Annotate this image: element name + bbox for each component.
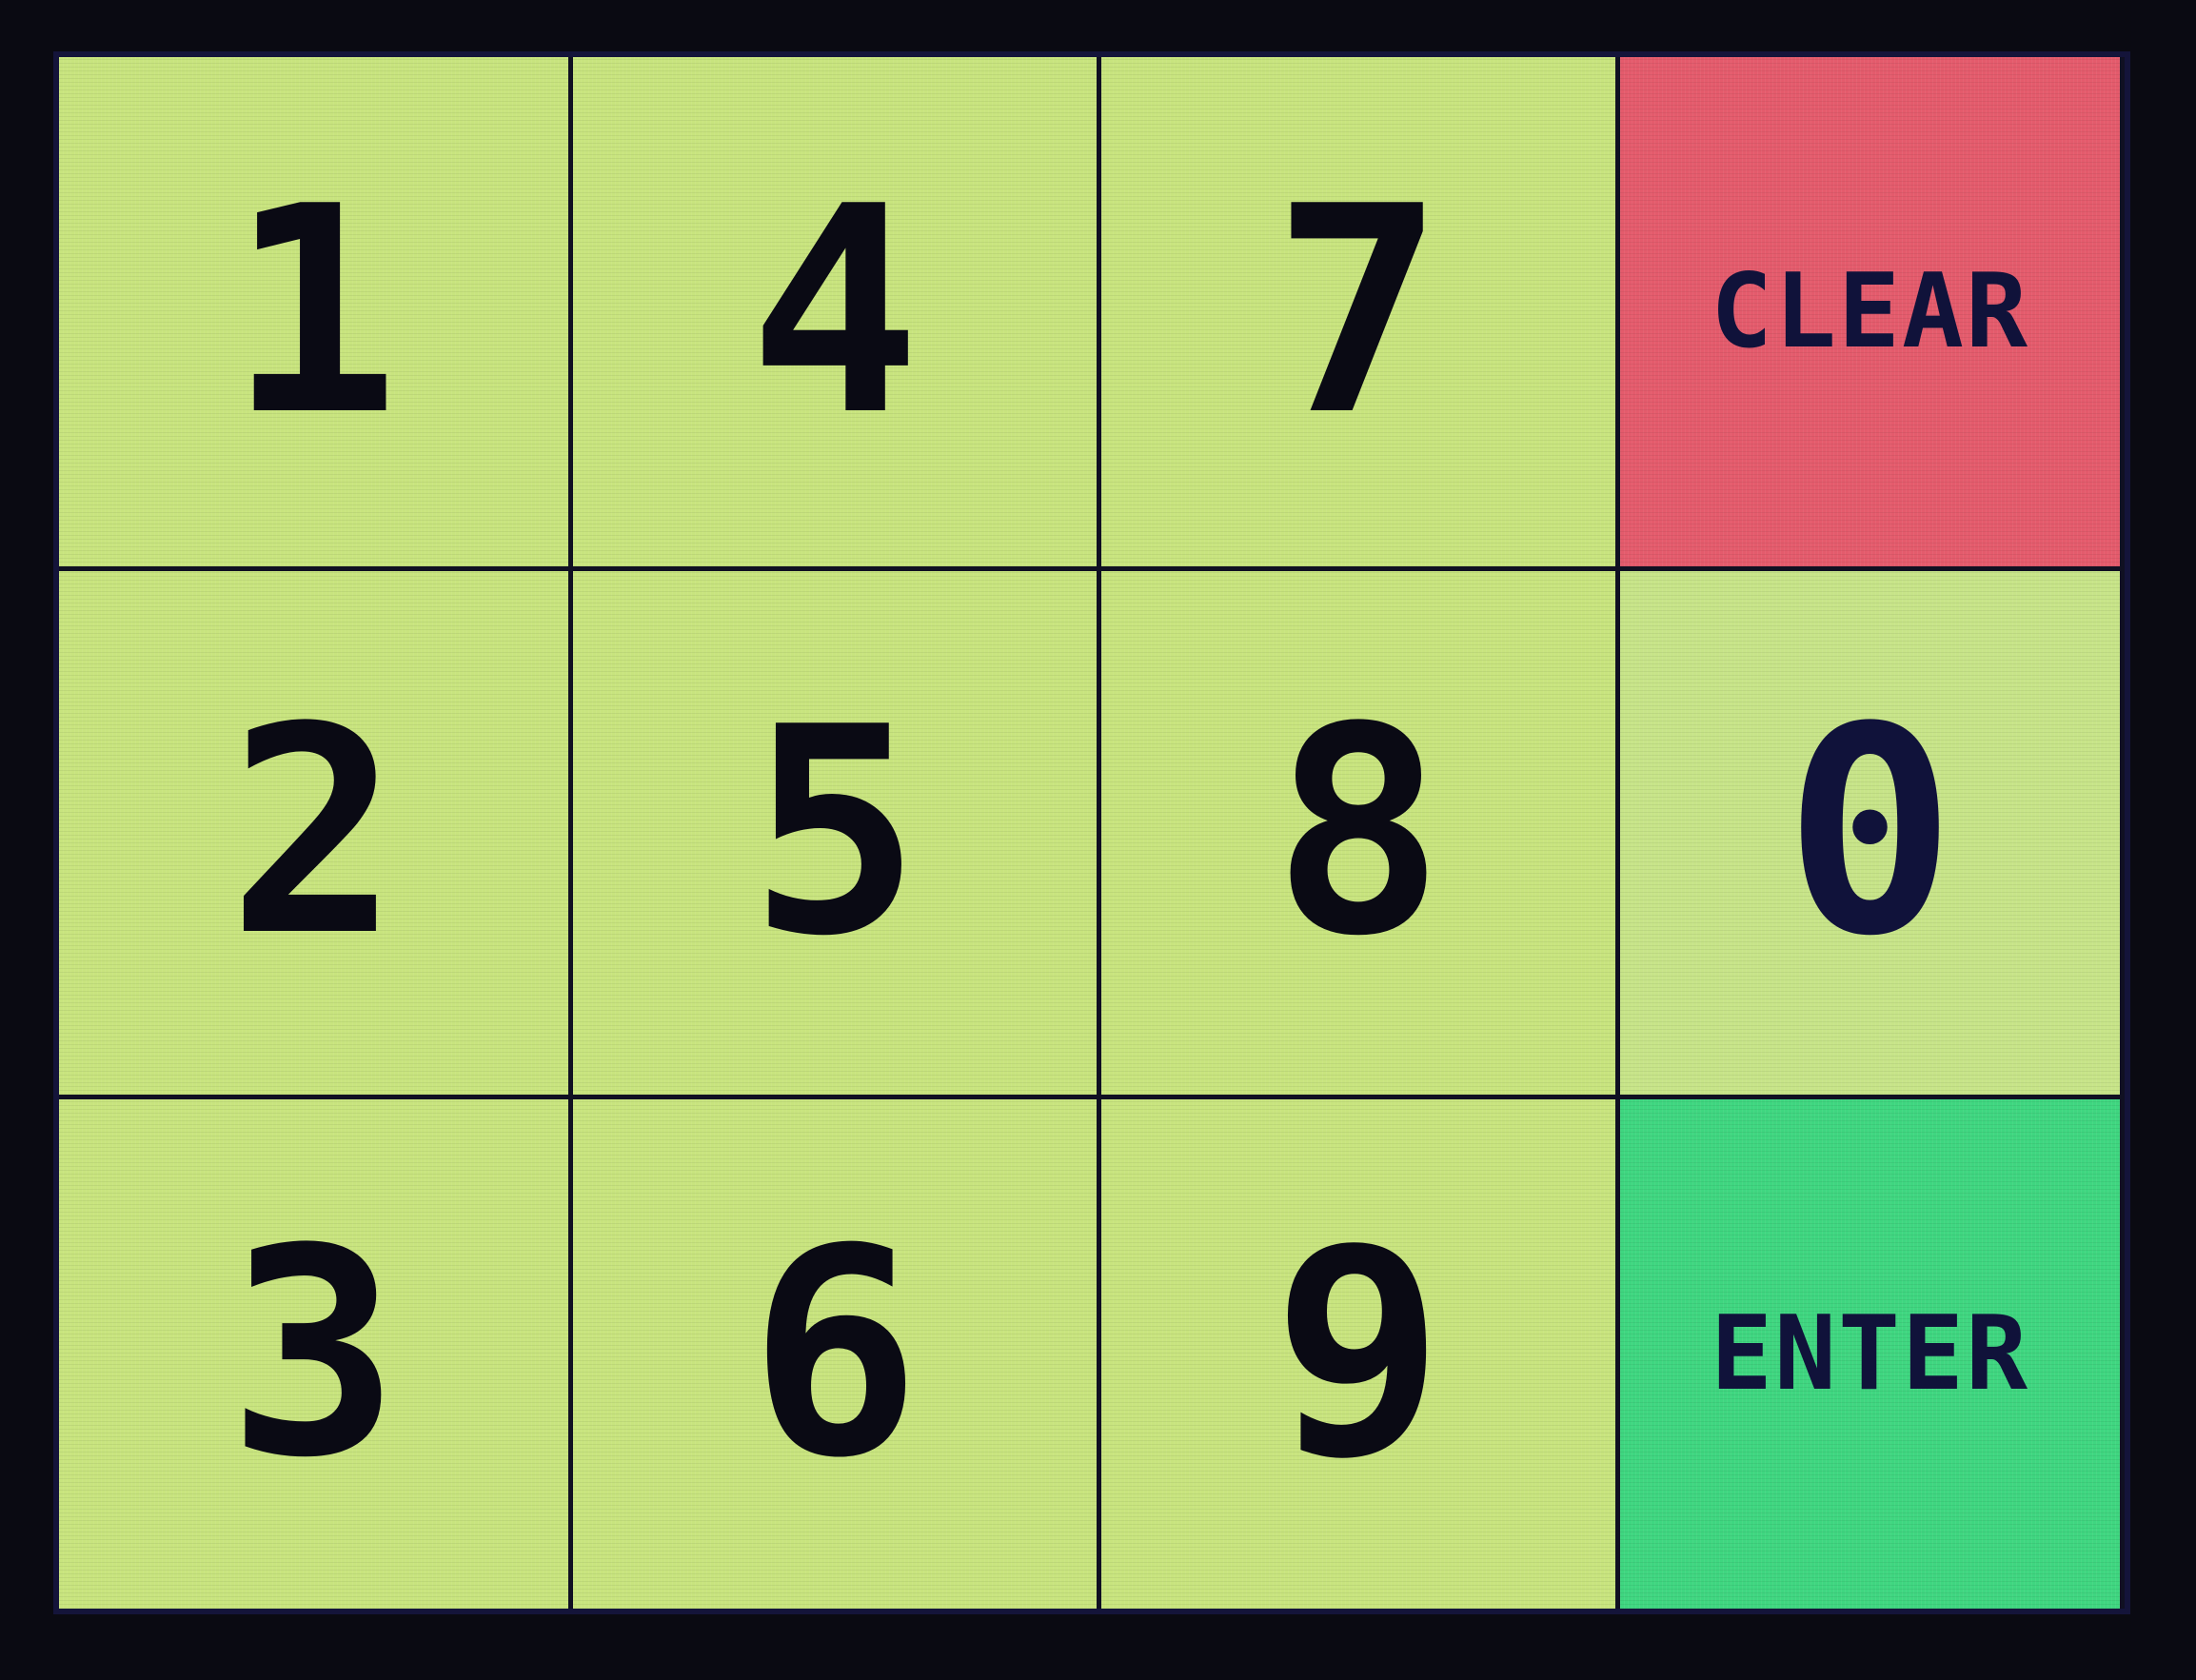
enter-button[interactable]: ENTER [1620, 1099, 2120, 1609]
key-2-button[interactable]: 2 [59, 571, 568, 1095]
key-4-button[interactable]: 4 [573, 57, 1097, 566]
key-0-button[interactable]: 0 [1620, 571, 2120, 1095]
clear-label: CLEAR [1710, 251, 2030, 371]
key-5-button[interactable]: 5 [573, 571, 1097, 1095]
key-7-button[interactable]: 7 [1101, 57, 1615, 566]
key-8-label: 8 [1272, 666, 1445, 998]
key-0-label: 0 [1784, 666, 1956, 998]
clear-button[interactable]: CLEAR [1620, 57, 2120, 566]
key-6-label: 6 [748, 1187, 921, 1520]
enter-label: ENTER [1710, 1294, 2030, 1413]
key-1-button[interactable]: 1 [59, 57, 568, 566]
key-3-label: 3 [228, 1187, 400, 1520]
key-8-button[interactable]: 8 [1101, 571, 1615, 1095]
key-9-label: 9 [1272, 1187, 1445, 1520]
touchscreen-display: 1 4 7 CLEAR 2 5 8 0 3 6 9 ENTER [0, 0, 2196, 1680]
key-6-button[interactable]: 6 [573, 1099, 1097, 1609]
key-4-label: 4 [748, 145, 921, 478]
key-9-button[interactable]: 9 [1101, 1099, 1615, 1609]
numeric-keypad: 1 4 7 CLEAR 2 5 8 0 3 6 9 ENTER [59, 57, 2125, 1609]
key-3-button[interactable]: 3 [59, 1099, 568, 1609]
key-2-label: 2 [228, 666, 400, 998]
key-7-label: 7 [1272, 145, 1445, 478]
key-5-label: 5 [748, 666, 921, 998]
key-1-label: 1 [228, 145, 400, 478]
